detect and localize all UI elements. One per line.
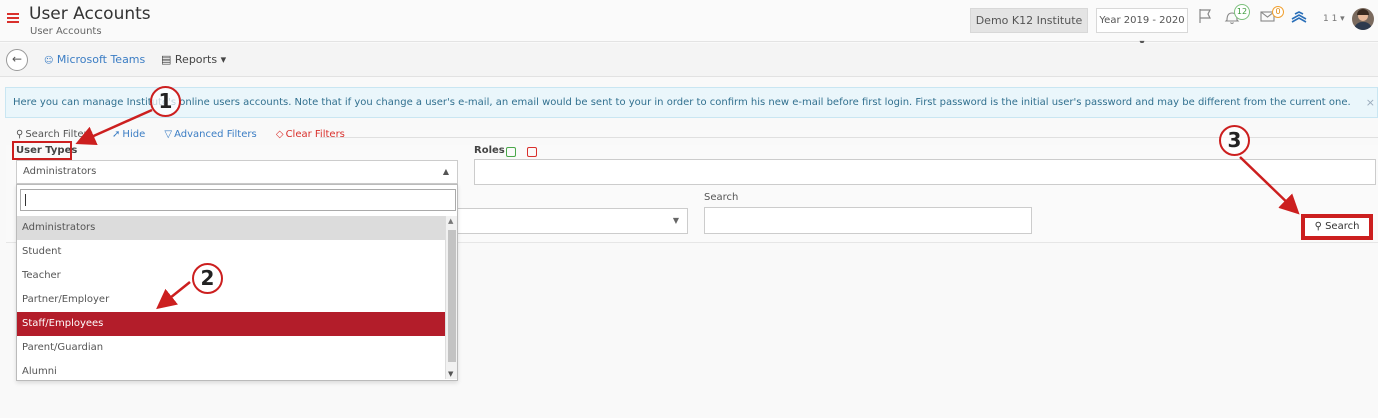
info-alert: Here you can manage Institute's online u… xyxy=(5,87,1378,118)
dropdown-option-partner-employer[interactable]: Partner/Employer xyxy=(17,288,445,312)
dropdown-option-student[interactable]: Student xyxy=(17,240,445,264)
toolbar: ← ☺ Microsoft Teams ▤ Reports ▾ xyxy=(0,43,1378,77)
search-icon: ⚲ xyxy=(16,129,24,140)
institute-button[interactable]: Demo K12 Institute xyxy=(970,8,1088,33)
caret-down-icon: ▼ xyxy=(672,216,679,225)
scroll-up-icon[interactable]: ▲ xyxy=(448,217,453,225)
breadcrumb: User Accounts xyxy=(30,26,102,37)
roles-input[interactable] xyxy=(474,159,1376,185)
reports-label: Reports ▾ xyxy=(174,53,227,66)
flag-icon[interactable] xyxy=(1198,8,1212,27)
dropdown-options: Administrators Student Teacher Partner/Empl… xyxy=(17,216,445,384)
dropdown-option-parent-guardian[interactable]: Parent/Guardian xyxy=(17,336,445,360)
hide-filters-button[interactable]: ➚ Hide xyxy=(112,129,153,140)
document-icon: ▤ xyxy=(161,53,172,66)
funnel-icon: ▽ xyxy=(164,129,173,140)
search-label: Search xyxy=(704,192,739,203)
hide-label: Hide xyxy=(122,129,146,140)
page-title: User Accounts xyxy=(29,4,151,24)
dropdown-option-alumni[interactable]: Alumni xyxy=(17,360,445,384)
microsoft-teams-label: Microsoft Teams xyxy=(56,53,146,66)
annotation-box-search xyxy=(1301,214,1373,240)
advanced-filters-label: Advanced Filters xyxy=(174,129,257,140)
dropdown-scrollbar[interactable]: ▲ ▼ xyxy=(445,216,457,379)
reports-menu[interactable]: ▤ Reports ▾ xyxy=(161,53,226,66)
annotation-step-2: 2 xyxy=(192,263,223,294)
close-icon[interactable]: × xyxy=(1366,88,1375,117)
teams-icon: ☺ xyxy=(44,56,54,66)
user-types-value: Administrators xyxy=(23,166,97,177)
scroll-down-icon[interactable]: ▼ xyxy=(448,370,453,378)
pin-icon: ➚ xyxy=(112,129,121,140)
roles-label: Roles xyxy=(474,145,505,156)
info-text: Here you can manage Institute's online u… xyxy=(13,97,1351,108)
notifications-badge: 12 xyxy=(1234,4,1250,20)
dropdown-option-administrators[interactable]: Administrators xyxy=(17,216,445,240)
dropdown-option-teacher[interactable]: Teacher xyxy=(17,264,445,288)
hamburger-menu-icon[interactable] xyxy=(7,13,19,23)
messages-badge: 0 xyxy=(1272,6,1284,18)
microsoft-teams-link[interactable]: ☺ Microsoft Teams xyxy=(44,53,145,66)
scrollbar-thumb[interactable] xyxy=(448,230,456,362)
eraser-icon: ◇ xyxy=(275,129,284,140)
select-all-roles-icon[interactable] xyxy=(506,147,516,157)
messages-envelope-icon[interactable]: 0 xyxy=(1260,6,1284,27)
back-button[interactable]: ← xyxy=(6,49,28,71)
advanced-filters-button[interactable]: ▽ Advanced Filters xyxy=(164,129,264,140)
filter-select[interactable]: ▼ xyxy=(456,208,688,234)
layers-icon[interactable] xyxy=(1290,10,1308,29)
year-select[interactable]: Year 2019 - 2020 ▾ xyxy=(1096,8,1188,49)
user-menu-toggle[interactable]: 1 1 ▾ xyxy=(1323,14,1345,24)
search-input[interactable] xyxy=(704,207,1032,234)
app-header: User Accounts User Accounts Demo K12 Ins… xyxy=(0,0,1378,49)
notifications-bell-icon[interactable]: 12 xyxy=(1224,4,1250,29)
user-types-dropdown: Administrators Student Teacher Partner/Empl… xyxy=(16,184,458,381)
search-filters-toggle[interactable]: ⚲ Search Filters xyxy=(16,129,101,140)
annotation-box-user-types xyxy=(12,141,72,160)
caret-up-icon: ▲ xyxy=(442,167,449,176)
annotation-step-3: 3 xyxy=(1219,125,1250,156)
user-types-select[interactable]: Administrators ▲ xyxy=(16,160,458,184)
avatar[interactable] xyxy=(1352,8,1374,30)
search-filters-label: Search Filters xyxy=(25,129,93,140)
clear-filters-label: Clear Filters xyxy=(285,129,345,140)
clear-filters-button[interactable]: ◇ Clear Filters xyxy=(276,129,353,140)
dropdown-search-input[interactable] xyxy=(20,189,456,211)
dropdown-option-staff-employees[interactable]: Staff/Employees xyxy=(17,312,445,336)
annotation-step-1: 1 xyxy=(150,86,181,117)
deselect-all-roles-icon[interactable] xyxy=(527,147,537,157)
